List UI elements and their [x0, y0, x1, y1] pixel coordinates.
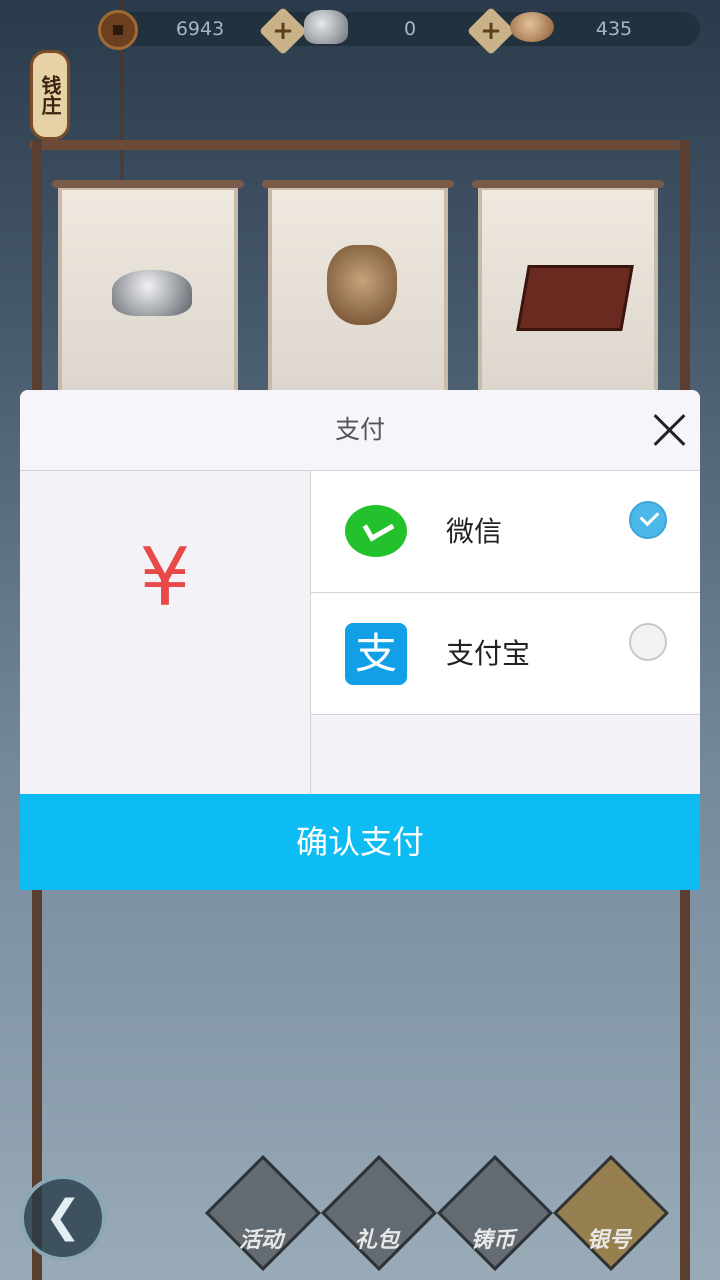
add-silver-button[interactable]: + [258, 6, 308, 56]
payment-dialog: 支付 ¥ 微信 支 支付宝 确认支付 [20, 390, 700, 890]
nav-gift-label: 礼包 [354, 1228, 399, 1253]
confirm-payment-button[interactable]: 确认支付 [20, 794, 700, 890]
check-icon[interactable] [629, 501, 667, 539]
dialog-header: 支付 [20, 390, 700, 471]
shell-count: 435 [595, 18, 633, 40]
payment-option-alipay[interactable]: 支 支付宝 [311, 593, 700, 715]
copper-coin-icon [98, 10, 138, 50]
shop-item-silver-box[interactable] [472, 180, 664, 396]
back-button[interactable]: ❮ [20, 1175, 106, 1261]
shop-item-silver-pack[interactable] [52, 180, 244, 396]
copper-count: 6943 [175, 18, 225, 40]
treasure-box-icon [516, 265, 634, 331]
close-icon[interactable] [648, 408, 692, 452]
amount-pane: ¥ [20, 471, 311, 794]
nav-activity-label: 活动 [238, 1228, 283, 1253]
dialog-title: 支付 [334, 415, 385, 444]
radio-unchecked[interactable] [629, 623, 667, 661]
payment-option-wechat[interactable]: 微信 [311, 471, 700, 593]
shop-frame-beam [30, 140, 690, 150]
alipay-icon: 支 [345, 623, 407, 685]
shop-item-silver-bag[interactable] [262, 180, 454, 396]
money-bag-icon [327, 245, 397, 325]
currency-symbol: ¥ [139, 531, 191, 624]
nav-bank-label: 银号 [586, 1228, 631, 1253]
payment-option-label: 支付宝 [446, 637, 531, 670]
wechat-icon [345, 505, 407, 557]
page-title: 钱庄 [30, 50, 70, 140]
add-shell-button[interactable]: + [466, 6, 516, 56]
silver-ingot-icon [304, 10, 348, 44]
nav-mint-label: 铸币 [470, 1228, 515, 1253]
payment-option-label: 微信 [446, 515, 503, 548]
shell-icon [510, 12, 554, 42]
silver-count: 0 [403, 18, 417, 40]
silver-ingot-icon [112, 270, 192, 316]
